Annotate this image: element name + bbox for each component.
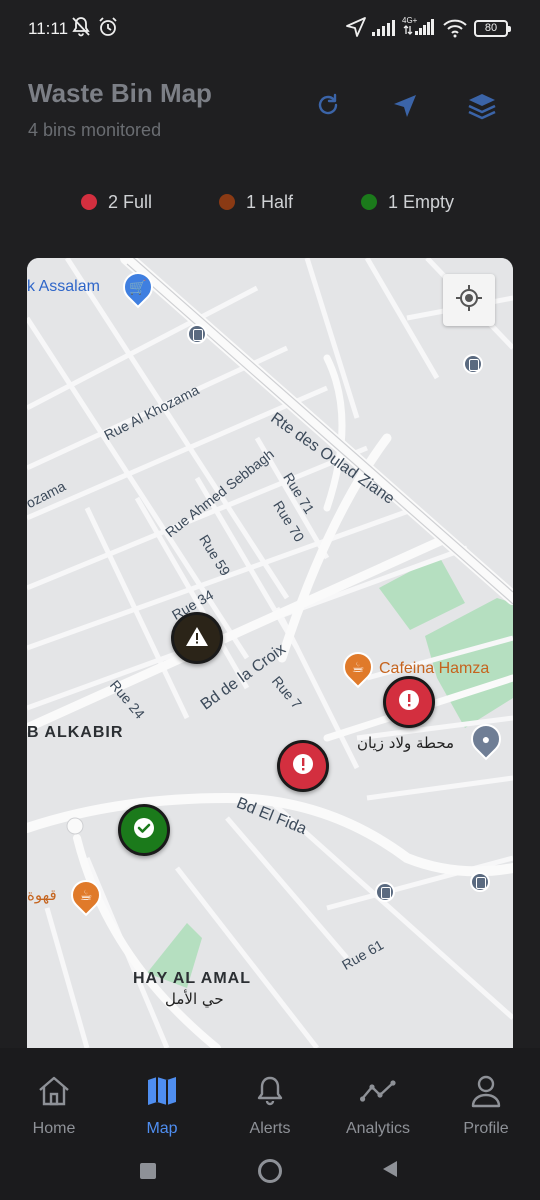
nav-home-label: Home [32, 1120, 76, 1137]
legend-full-dot [81, 194, 97, 210]
map-label-cafeina-hamza: Cafeina Hamza [379, 660, 490, 677]
map-label-arabic-station: محطة ولاد زيان [357, 734, 455, 752]
nav-alerts[interactable]: Alerts [216, 1048, 324, 1142]
recents-button[interactable] [131, 1154, 165, 1188]
home-icon [37, 1074, 71, 1108]
refresh-button[interactable] [310, 90, 346, 126]
legend-full-label: 2 Full [108, 191, 153, 212]
battery-icon: 80 [474, 20, 511, 37]
checkmark-icon [132, 816, 156, 845]
signal-4g-icon: 4G+ [402, 16, 434, 43]
legend-empty: 1 Empty [361, 188, 454, 216]
circle-icon [258, 1159, 282, 1183]
page-subtitle: 4 bins monitored [28, 120, 162, 140]
system-navigation-bar [0, 1142, 540, 1200]
map-view[interactable]: k Assalam Rue Al Khozama ozama Rte des O… [27, 258, 513, 1048]
nav-profile[interactable]: Profile [432, 1048, 540, 1142]
back-button[interactable] [373, 1154, 407, 1188]
transit-stop-icon[interactable] [187, 324, 207, 344]
map-label-assalam: k Assalam [27, 278, 100, 295]
crosshair-icon [455, 284, 483, 317]
map-label-hay-al-amal: HAY AL AMAL [133, 970, 251, 987]
alarm-icon [97, 16, 119, 43]
warning-icon [185, 625, 209, 652]
square-icon [140, 1163, 156, 1179]
nav-home[interactable]: Home [0, 1048, 108, 1142]
map-icon [145, 1074, 179, 1108]
status-bar: 11:11 4G+ 80 [0, 0, 540, 56]
my-location-button[interactable] [443, 274, 495, 326]
analytics-icon [360, 1074, 396, 1108]
legend-half-dot [219, 194, 235, 210]
bin-marker-full[interactable] [383, 676, 435, 728]
status-legend: 2 Full 1 Half 1 Empty [0, 188, 540, 216]
map-label-b-alkabir: B ALKABIR [27, 724, 124, 741]
navigate-button[interactable] [387, 90, 423, 126]
navigate-icon [391, 92, 419, 125]
legend-half: 1 Half [219, 188, 293, 216]
legend-full: 2 Full [81, 188, 152, 216]
legend-empty-label: 1 Empty [388, 191, 455, 212]
back-triangle-icon [381, 1160, 399, 1183]
nav-profile-label: Profile [463, 1120, 509, 1137]
status-time: 11:11 [28, 19, 69, 38]
nav-map[interactable]: Map [108, 1048, 216, 1142]
signal-icon [372, 19, 396, 42]
location-arrow-icon [345, 16, 367, 43]
bin-marker-half[interactable] [171, 612, 223, 664]
transit-stop-icon[interactable] [375, 882, 395, 902]
transit-stop-icon[interactable] [463, 354, 483, 374]
transit-stop-icon[interactable] [470, 872, 490, 892]
refresh-icon [314, 92, 342, 125]
nav-map-label: Map [146, 1120, 178, 1137]
bell-muted-icon [71, 16, 91, 43]
wifi-icon [442, 18, 468, 43]
exclamation-icon [397, 688, 421, 717]
bin-marker-empty[interactable] [118, 804, 170, 856]
home-system-button[interactable] [253, 1154, 287, 1188]
page-title: Waste Bin Map [28, 78, 212, 108]
bell-icon [255, 1074, 285, 1108]
map-label-arabic-cafe: قهوة [27, 886, 57, 904]
layers-button[interactable] [464, 90, 500, 126]
exclamation-icon [291, 752, 315, 781]
legend-half-label: 1 Half [246, 191, 294, 212]
map-label-arabic-hay: حي الأمل [165, 990, 224, 1008]
nav-analytics-label: Analytics [345, 1120, 411, 1137]
bottom-navigation: Home Map Alerts Analytics Profile [0, 1048, 540, 1142]
nav-analytics[interactable]: Analytics [324, 1048, 432, 1142]
nav-alerts-label: Alerts [249, 1120, 291, 1137]
profile-icon [470, 1074, 502, 1108]
network-label: 4G+ [402, 16, 418, 25]
legend-empty-dot [361, 194, 377, 210]
layers-icon [467, 91, 497, 126]
bin-marker-full[interactable] [277, 740, 329, 792]
